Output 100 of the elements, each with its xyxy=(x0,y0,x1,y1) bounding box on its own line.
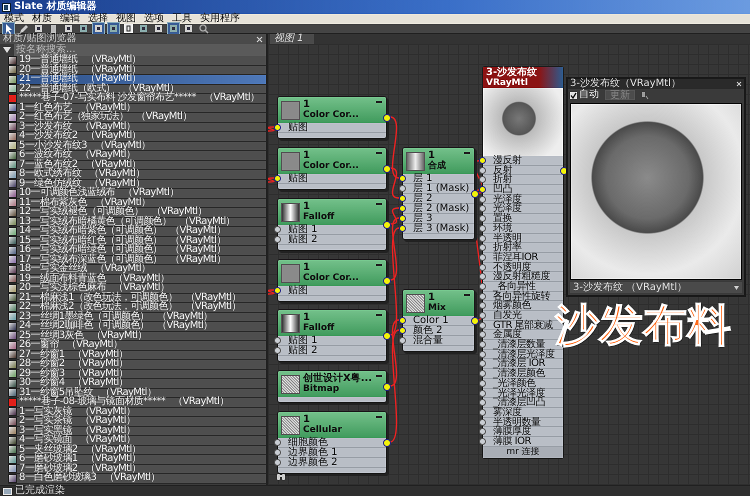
socket-icon[interactable] xyxy=(479,360,486,368)
input-slot[interactable]: 光泽度 xyxy=(483,204,563,214)
input-slot[interactable]: 折射率 xyxy=(483,243,563,253)
output-socket-icon[interactable] xyxy=(383,332,391,340)
socket-icon[interactable] xyxy=(479,176,486,184)
input-slot[interactable]: 贴图 2 xyxy=(278,346,386,356)
menu-item[interactable]: 视图 xyxy=(116,14,136,24)
socket-icon[interactable] xyxy=(479,273,486,280)
socket-icon[interactable] xyxy=(274,459,281,466)
input-slot[interactable]: 雾深度 xyxy=(483,408,563,418)
socket-icon[interactable] xyxy=(274,287,281,294)
socket-icon[interactable] xyxy=(399,337,406,344)
input-slot[interactable]: 层 3 (Mask) xyxy=(403,224,474,234)
socket-icon[interactable] xyxy=(479,224,486,232)
socket-icon[interactable] xyxy=(399,175,406,182)
socket-icon[interactable] xyxy=(479,196,486,203)
select-arrow-icon[interactable] xyxy=(3,23,14,34)
socket-icon[interactable] xyxy=(274,347,281,354)
material-list-item[interactable]: 17一写实绒布深蓝色（可调颜色） （VRayMtl） xyxy=(8,256,266,265)
socket-icon[interactable] xyxy=(479,186,486,194)
input-slot[interactable]: 菲涅耳IOR xyxy=(483,252,563,263)
socket-icon[interactable] xyxy=(399,205,406,212)
socket-icon[interactable] xyxy=(479,302,486,310)
socket-icon[interactable] xyxy=(274,226,281,233)
menu-item[interactable]: 选择 xyxy=(88,14,108,24)
socket-icon[interactable] xyxy=(479,312,486,319)
socket-icon[interactable] xyxy=(479,438,486,445)
input-slot[interactable]: 混合量 xyxy=(403,336,474,346)
socket-icon[interactable] xyxy=(479,244,486,252)
binoculars-icon[interactable] xyxy=(276,472,286,481)
output-socket-icon[interactable] xyxy=(383,165,391,173)
input-slot[interactable]: 置换 xyxy=(483,214,563,224)
input-slot[interactable]: 贴图 xyxy=(278,286,386,296)
socket-icon[interactable] xyxy=(399,225,406,232)
input-slot[interactable]: 颜色 2 xyxy=(403,326,474,336)
socket-icon[interactable] xyxy=(479,341,486,348)
socket-icon[interactable] xyxy=(479,282,486,290)
material-list-item[interactable]: 8一白色磨砂玻璃3 （VRayMtl） xyxy=(8,474,266,484)
input-slot[interactable]: 薄膜厚度 xyxy=(483,427,563,437)
input-slot[interactable]: 层 1 xyxy=(403,174,474,184)
socket-icon[interactable] xyxy=(399,327,406,334)
menu-item[interactable]: 工具 xyxy=(172,14,192,24)
socket-icon[interactable] xyxy=(274,439,281,446)
socket-icon[interactable] xyxy=(274,124,281,131)
menu-item[interactable]: 模式 xyxy=(4,14,24,24)
material-list-item[interactable]: 3一写实黑镜 （VRayMtl） xyxy=(8,426,266,436)
output-socket-icon[interactable] xyxy=(383,114,391,122)
input-slot[interactable]: 边界颜色 2 xyxy=(278,458,386,468)
output-socket-icon[interactable] xyxy=(383,439,391,447)
socket-icon[interactable] xyxy=(479,215,486,222)
socket-icon[interactable] xyxy=(479,380,486,387)
socket-icon[interactable] xyxy=(274,449,281,456)
menu-item[interactable]: 实用程序 xyxy=(200,14,240,24)
input-slot[interactable]: _各向异性 xyxy=(483,282,563,292)
socket-icon[interactable] xyxy=(479,350,486,358)
input-slot[interactable]: 层 3 xyxy=(403,214,474,224)
output-socket-icon[interactable] xyxy=(383,221,391,229)
input-slot[interactable]: 半透明 xyxy=(483,234,563,244)
socket-icon[interactable] xyxy=(274,236,281,243)
socket-icon[interactable] xyxy=(479,390,486,396)
input-slot[interactable]: 凹凸 xyxy=(483,185,563,195)
input-slot[interactable]: 光泽度 xyxy=(483,194,563,204)
input-slot[interactable]: 边界颜色 1 xyxy=(278,448,386,458)
socket-icon[interactable] xyxy=(274,337,281,344)
input-slot[interactable]: 贴图 xyxy=(278,123,386,133)
socket-icon[interactable] xyxy=(399,317,406,324)
output-socket-icon[interactable] xyxy=(383,277,391,285)
socket-icon[interactable] xyxy=(479,408,486,416)
input-slot[interactable]: 各向异性旋转 xyxy=(483,292,563,302)
input-slot[interactable]: _光泽颜色 xyxy=(483,378,563,388)
material-list-item[interactable]: 21一棉麻浅1（改色玩法，可调颜色） （VRayMtl） xyxy=(8,294,266,303)
socket-icon[interactable] xyxy=(479,418,486,426)
close-icon[interactable] xyxy=(256,36,263,42)
menu-item[interactable]: 材质 xyxy=(32,14,52,24)
pin-icon[interactable] xyxy=(641,90,649,100)
output-socket-icon[interactable] xyxy=(471,317,479,325)
input-slot[interactable]: _清漆层光泽度 xyxy=(483,350,563,360)
socket-icon[interactable] xyxy=(479,157,486,164)
input-slot[interactable]: 贴图 2 xyxy=(278,235,386,245)
socket-icon[interactable] xyxy=(399,195,406,202)
view-tab[interactable]: 视图 1 xyxy=(270,34,314,44)
input-slot[interactable]: 折射 xyxy=(483,175,563,186)
input-slot[interactable]: 贴图 1 xyxy=(278,225,386,235)
socket-icon[interactable] xyxy=(479,254,486,261)
dropdown-triangle-icon[interactable] xyxy=(3,47,11,53)
input-slot[interactable]: 漫反射 xyxy=(483,156,563,166)
dropdown-arrow-icon[interactable] xyxy=(734,286,739,290)
input-slot[interactable]: 贴图 1 xyxy=(278,336,386,346)
socket-icon[interactable] xyxy=(274,175,281,182)
socket-icon[interactable] xyxy=(399,215,406,222)
menu-item[interactable]: 选项 xyxy=(144,14,164,24)
input-slot[interactable]: _清漆层颜色 xyxy=(483,369,563,379)
socket-icon[interactable] xyxy=(479,264,486,271)
output-socket-icon[interactable] xyxy=(383,383,391,391)
output-socket-icon[interactable] xyxy=(471,190,479,198)
input-slot[interactable]: 层 2 (Mask) xyxy=(403,204,474,214)
socket-icon[interactable] xyxy=(399,185,406,192)
input-slot[interactable]: 漫反射粗糙度 xyxy=(483,272,563,282)
socket-icon[interactable] xyxy=(479,399,486,406)
close-icon[interactable] xyxy=(736,81,742,87)
